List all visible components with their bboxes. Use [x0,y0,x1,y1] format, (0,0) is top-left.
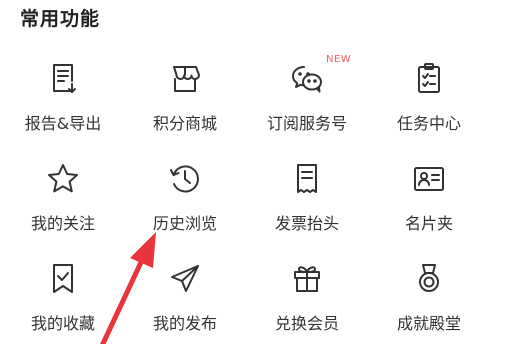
annotation-arrow [100,232,156,344]
